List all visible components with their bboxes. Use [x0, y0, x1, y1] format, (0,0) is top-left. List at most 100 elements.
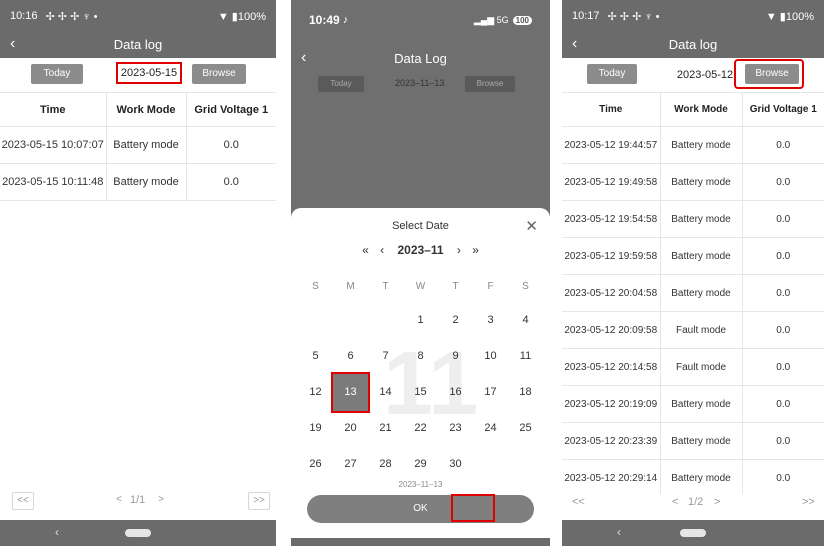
- day-cell[interactable]: 25: [508, 410, 543, 447]
- day-cell[interactable]: 16: [438, 374, 473, 411]
- battery-indicator: ▼ ▮100%: [217, 10, 266, 23]
- first-page-button[interactable]: <<: [12, 492, 34, 510]
- home-pill-icon[interactable]: [680, 529, 706, 537]
- today-button[interactable]: Today: [318, 76, 364, 92]
- day-cell[interactable]: 1: [403, 302, 438, 339]
- status-bar: 10:17 ✢ ✢ ✢ ♆ • ▼ ▮100%: [562, 0, 824, 32]
- day-cell[interactable]: 21: [368, 410, 403, 447]
- day-cell[interactable]: 3: [473, 302, 508, 339]
- month-navigator: « ‹ 2023–11 › »: [291, 243, 550, 257]
- day-cell[interactable]: 22: [403, 410, 438, 447]
- day-cell[interactable]: 29: [403, 446, 438, 483]
- day-cell[interactable]: 14: [368, 374, 403, 411]
- notification-icons: ✢ ✢ ✢ ♆ •: [607, 10, 660, 23]
- next-year-icon[interactable]: »: [472, 243, 479, 257]
- table-body: 2023-05-15 10:07:07 Battery mode 0.0 2023-0…: [0, 126, 276, 201]
- status-bar: 10:49 ♪ ▂▄▆ 5G 100: [291, 0, 550, 40]
- data-table: Time Work Mode Grid Voltage 1 2023-05-12…: [562, 92, 824, 497]
- today-button[interactable]: Today: [31, 64, 83, 84]
- date-field[interactable]: 2023–11–13: [395, 78, 444, 88]
- next-month-icon[interactable]: ›: [457, 243, 461, 257]
- day-cell[interactable]: 6: [333, 338, 368, 375]
- page-indicator: 1/2: [688, 496, 704, 508]
- table-row: 2023-05-12 20:14:58 Fault mode 0.0: [562, 348, 824, 386]
- day-cell[interactable]: 12: [298, 374, 333, 411]
- voltage-cell: 0.0: [186, 163, 276, 201]
- selected-day-cell[interactable]: 13: [331, 372, 370, 413]
- nav-bar: ‹ Data log: [562, 32, 824, 58]
- battery-indicator: ▼ ▮100%: [765, 10, 814, 23]
- date-field[interactable]: 2023-05-15: [116, 62, 182, 84]
- day-cell[interactable]: 10: [473, 338, 508, 375]
- table-row: 2023-05-12 19:49:58 Battery mode 0.0: [562, 163, 824, 201]
- next-page-button[interactable]: >: [154, 492, 168, 510]
- column-header-grid-voltage: Grid Voltage 1: [742, 92, 824, 127]
- day-cell[interactable]: 20: [333, 410, 368, 447]
- home-pill-icon[interactable]: [125, 529, 151, 537]
- day-cell[interactable]: 9: [438, 338, 473, 375]
- day-cell[interactable]: 11: [508, 338, 543, 375]
- weekday-label: S: [312, 281, 319, 292]
- day-cell[interactable]: 28: [368, 446, 403, 483]
- system-back-icon[interactable]: ‹: [55, 525, 59, 539]
- weekday-label: W: [415, 281, 426, 292]
- day-cell[interactable]: 15: [403, 374, 438, 411]
- table-row: 2023-05-12 20:29:14 Battery mode 0.0: [562, 459, 824, 497]
- next-page-button[interactable]: >: [714, 496, 720, 508]
- status-time: 10:17: [572, 10, 600, 22]
- table-row: 2023-05-15 10:11:48 Battery mode 0.0: [0, 163, 276, 201]
- voltage-cell: 0.0: [742, 311, 824, 349]
- status-time: 10:16: [10, 10, 38, 22]
- first-page-button[interactable]: <<: [572, 496, 585, 508]
- day-cell[interactable]: 18: [508, 374, 543, 411]
- page-indicator: 1/1: [130, 494, 146, 506]
- time-cell: 2023-05-12 19:54:58: [562, 200, 661, 238]
- work-mode-cell: Battery mode: [106, 126, 187, 164]
- close-icon[interactable]: ✕: [525, 217, 538, 235]
- system-back-icon[interactable]: ‹: [617, 525, 621, 539]
- day-cell[interactable]: 24: [473, 410, 508, 447]
- day-cell[interactable]: 7: [368, 338, 403, 375]
- data-log-screen-3: 10:17 ✢ ✢ ✢ ♆ • ▼ ▮100% ‹ Data log Today…: [562, 0, 824, 546]
- day-cell[interactable]: 5: [298, 338, 333, 375]
- browse-button[interactable]: Browse: [192, 64, 246, 84]
- time-cell: 2023-05-12 20:09:58: [562, 311, 661, 349]
- data-table: Time Work Mode Grid Voltage 1 2023-05-15…: [0, 92, 276, 201]
- prev-page-button[interactable]: <: [112, 492, 126, 510]
- day-cell[interactable]: 17: [473, 374, 508, 411]
- ok-button[interactable]: OK: [307, 495, 534, 523]
- browse-button[interactable]: Browse: [465, 76, 515, 92]
- prev-year-icon[interactable]: «: [362, 243, 369, 257]
- browse-button[interactable]: Browse: [745, 64, 799, 84]
- day-cell[interactable]: 30: [438, 446, 473, 483]
- weekday-label: M: [346, 281, 355, 292]
- time-cell: 2023-05-15 10:11:48: [0, 163, 107, 201]
- day-cell[interactable]: 23: [438, 410, 473, 447]
- work-mode-cell: Battery mode: [660, 126, 743, 164]
- weekday-label: T: [382, 281, 389, 292]
- day-cell[interactable]: 2: [438, 302, 473, 339]
- prev-page-button[interactable]: <: [672, 496, 678, 508]
- table-body: 2023-05-12 19:44:57 Battery mode 0.0 2023-0…: [562, 126, 824, 497]
- day-cell[interactable]: 8: [403, 338, 438, 375]
- page-title: Data log: [668, 37, 718, 52]
- weekday-label: T: [452, 281, 459, 292]
- day-cell[interactable]: 19: [298, 410, 333, 447]
- column-header-grid-voltage: Grid Voltage 1: [186, 92, 276, 127]
- today-button[interactable]: Today: [587, 64, 637, 84]
- time-cell: 2023-05-12 20:19:09: [562, 385, 661, 423]
- status-time: 10:49: [309, 13, 340, 27]
- last-page-button[interactable]: >>: [802, 496, 815, 508]
- prev-month-icon[interactable]: ‹: [380, 243, 384, 257]
- time-cell: 2023-05-12 20:14:58: [562, 348, 661, 386]
- day-cell[interactable]: 26: [298, 446, 333, 483]
- last-page-button[interactable]: >>: [248, 492, 270, 510]
- day-cell[interactable]: 27: [333, 446, 368, 483]
- date-picker-screen: 10:49 ♪ ▂▄▆ 5G 100 ‹ Data Log Today 2023…: [291, 0, 550, 546]
- voltage-cell: 0.0: [742, 385, 824, 423]
- work-mode-cell: Battery mode: [660, 237, 743, 275]
- day-cell[interactable]: 4: [508, 302, 543, 339]
- date-field[interactable]: 2023-05-12: [672, 66, 738, 84]
- work-mode-cell: Battery mode: [660, 200, 743, 238]
- column-header-time: Time: [0, 92, 107, 127]
